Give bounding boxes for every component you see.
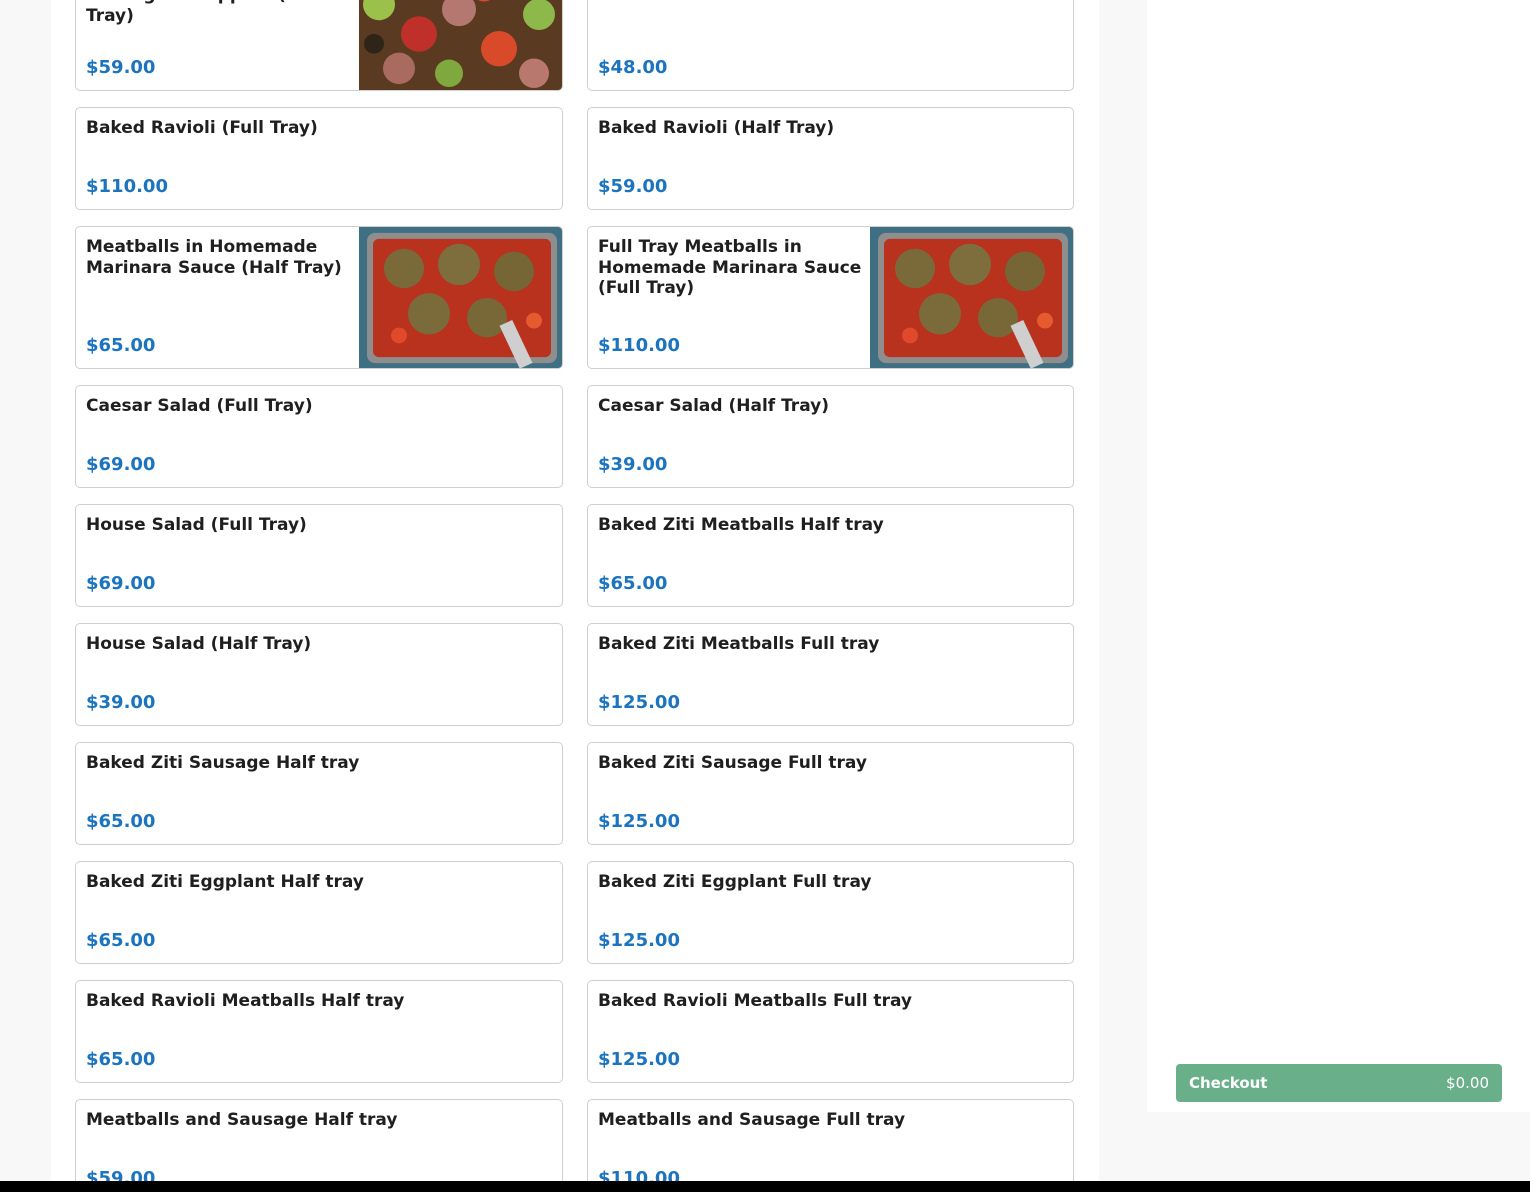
menu-item-name: Caesar Salad (Full Tray) <box>86 396 313 416</box>
menu-item-price: $69.00 <box>86 573 156 594</box>
checkout-button[interactable]: Checkout $0.00 <box>1176 1064 1502 1102</box>
menu-item-price: $69.00 <box>86 454 156 475</box>
menu-item-card[interactable]: $48.00 <box>587 0 1074 91</box>
menu-item-price: $48.00 <box>598 57 668 78</box>
menu-item-price: $65.00 <box>598 573 668 594</box>
menu-panel: Sausage & Peppers (Half Tray) $59.00 <box>51 0 1099 1192</box>
menu-item-card[interactable]: Baked Ziti Eggplant Full tray $125.00 <box>587 861 1074 964</box>
menu-item-name: Baked Ravioli (Half Tray) <box>598 118 835 138</box>
menu-item-name: Meatballs and Sausage Full tray <box>598 1110 906 1130</box>
menu-item-card[interactable]: Full Tray Meatballs in Homemade Marinara… <box>587 226 1074 369</box>
menu-item-card[interactable]: Baked Ravioli (Half Tray) $59.00 <box>587 107 1074 210</box>
checkout-label: Checkout <box>1189 1074 1268 1092</box>
menu-item-name: Baked Ziti Meatballs Half tray <box>598 515 884 535</box>
menu-item-name: Baked Ravioli Meatballs Half tray <box>86 991 405 1011</box>
menu-item-name: Full Tray Meatballs in Homemade Marinara… <box>598 237 862 298</box>
menu-item-name: Baked Ziti Eggplant Half tray <box>86 872 364 892</box>
cart-panel <box>1147 0 1530 1112</box>
menu-item-card[interactable]: Caesar Salad (Full Tray) $69.00 <box>75 385 563 488</box>
menu-item-card[interactable]: Meatballs and Sausage Half tray $59.00 <box>75 1099 563 1192</box>
menu-item-price: $65.00 <box>86 335 156 356</box>
menu-item-price: $125.00 <box>598 930 680 951</box>
menu-item-card[interactable]: House Salad (Full Tray) $69.00 <box>75 504 563 607</box>
menu-item-card[interactable]: Baked Ziti Sausage Half tray $65.00 <box>75 742 563 845</box>
menu-item-name: Baked Ravioli Meatballs Full tray <box>598 991 912 1011</box>
menu-item-price: $59.00 <box>86 57 156 78</box>
menu-item-name: Baked Ziti Eggplant Full tray <box>598 872 872 892</box>
menu-item-card[interactable]: Baked Ziti Meatballs Half tray $65.00 <box>587 504 1074 607</box>
menu-item-name: Baked Ziti Sausage Full tray <box>598 753 867 773</box>
menu-item-card[interactable]: House Salad (Half Tray) $39.00 <box>75 623 563 726</box>
menu-item-name: House Salad (Half Tray) <box>86 634 312 654</box>
menu-item-price: $125.00 <box>598 692 680 713</box>
meatballs-tray-photo <box>870 227 1073 368</box>
menu-item-card[interactable]: Caesar Salad (Half Tray) $39.00 <box>587 385 1074 488</box>
menu-grid: Sausage & Peppers (Half Tray) $59.00 <box>75 0 1074 1192</box>
menu-item-card[interactable]: Baked Ravioli (Full Tray) $110.00 <box>75 107 563 210</box>
menu-item-card[interactable]: Baked Ziti Eggplant Half tray $65.00 <box>75 861 563 964</box>
menu-item-price: $65.00 <box>86 930 156 951</box>
menu-item-price: $65.00 <box>86 1049 156 1070</box>
bottom-edge-bar <box>0 1181 1530 1192</box>
menu-item-price: $39.00 <box>86 692 156 713</box>
menu-item-name: House Salad (Full Tray) <box>86 515 307 535</box>
menu-item-name: Meatballs in Homemade Marinara Sauce (Ha… <box>86 237 342 278</box>
menu-item-price: $39.00 <box>598 454 668 475</box>
menu-item-price: $65.00 <box>86 811 156 832</box>
menu-item-card[interactable]: Baked Ziti Meatballs Full tray $125.00 <box>587 623 1074 726</box>
menu-item-price: $110.00 <box>598 335 680 356</box>
sausage-peppers-photo <box>359 0 562 90</box>
menu-item-card[interactable]: Baked Ravioli Meatballs Full tray $125.0… <box>587 980 1074 1083</box>
menu-item-name: Baked Ziti Meatballs Full tray <box>598 634 880 654</box>
menu-item-price: $110.00 <box>86 176 168 197</box>
meatballs-tray-photo <box>359 227 562 368</box>
menu-item-name: Baked Ziti Sausage Half tray <box>86 753 360 773</box>
menu-item-name: Sausage & Peppers (Half Tray) <box>86 0 325 26</box>
menu-item-card[interactable]: Meatballs in Homemade Marinara Sauce (Ha… <box>75 226 563 369</box>
menu-item-name: Baked Ravioli (Full Tray) <box>86 118 318 138</box>
menu-item-price: $125.00 <box>598 1049 680 1070</box>
menu-item-card[interactable]: Meatballs and Sausage Full tray $110.00 <box>587 1099 1074 1192</box>
cart-total: $0.00 <box>1446 1074 1489 1092</box>
menu-item-card[interactable]: Baked Ravioli Meatballs Half tray $65.00 <box>75 980 563 1083</box>
menu-item-card[interactable]: Sausage & Peppers (Half Tray) $59.00 <box>75 0 563 91</box>
menu-item-name: Meatballs and Sausage Half tray <box>86 1110 398 1130</box>
menu-item-card[interactable]: Baked Ziti Sausage Full tray $125.00 <box>587 742 1074 845</box>
menu-item-price: $59.00 <box>598 176 668 197</box>
menu-item-name: Caesar Salad (Half Tray) <box>598 396 829 416</box>
menu-item-price: $125.00 <box>598 811 680 832</box>
